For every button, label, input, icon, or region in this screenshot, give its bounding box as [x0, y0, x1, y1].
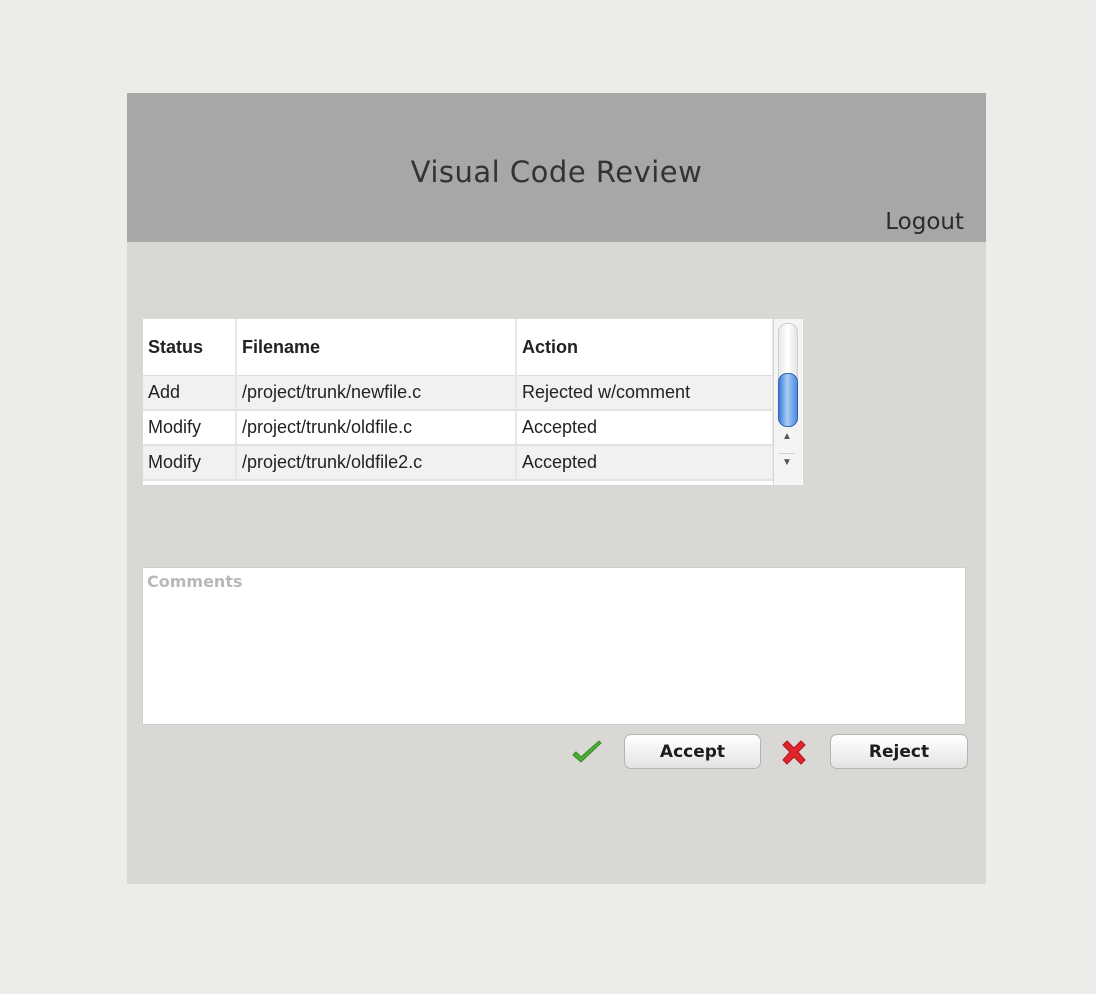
cell-status: Modify [143, 410, 237, 446]
cell-action: Accepted [516, 410, 774, 446]
cross-icon [777, 738, 811, 768]
scroll-up-arrow-icon[interactable]: ▲ [779, 431, 795, 442]
table-row[interactable]: Add /project/trunk/newfile.c Rejected w/… [143, 375, 774, 411]
scrollbar-thumb[interactable] [778, 373, 798, 427]
table-row[interactable]: Modify /project/trunk/oldfile2.c Accepte… [143, 445, 774, 481]
column-header-status[interactable]: Status [143, 319, 237, 376]
accept-button[interactable]: Accept [624, 734, 761, 769]
logout-link[interactable]: Logout [885, 209, 964, 235]
cell-status: Modify [143, 445, 237, 481]
comments-input[interactable] [142, 567, 966, 725]
table-row[interactable]: Modify /project/trunk/oldfile.c Accepted [143, 410, 774, 446]
column-header-action[interactable]: Action [516, 319, 774, 376]
table-scrollbar[interactable]: ▲ ▼ [773, 319, 802, 485]
file-table-grid: Status Filename Action Add /project/trun… [143, 319, 774, 481]
scroll-down-arrow-icon[interactable]: ▼ [779, 457, 795, 468]
scroll-arrow-divider [779, 453, 795, 454]
cell-filename: /project/trunk/oldfile2.c [236, 445, 517, 481]
cell-status: Add [143, 375, 237, 411]
cell-filename: /project/trunk/oldfile.c [236, 410, 517, 446]
app-window: Visual Code Review Logout Status Filenam… [127, 93, 986, 884]
table-header-row: Status Filename Action [143, 319, 774, 376]
cell-filename: /project/trunk/newfile.c [236, 375, 517, 411]
column-header-filename[interactable]: Filename [236, 319, 517, 376]
check-icon [570, 738, 604, 768]
header-bar: Visual Code Review Logout [127, 93, 986, 242]
reject-button[interactable]: Reject [830, 734, 968, 769]
cell-action: Rejected w/comment [516, 375, 774, 411]
app-title: Visual Code Review [410, 155, 703, 189]
cell-action: Accepted [516, 445, 774, 481]
file-table: Status Filename Action Add /project/trun… [143, 319, 803, 485]
